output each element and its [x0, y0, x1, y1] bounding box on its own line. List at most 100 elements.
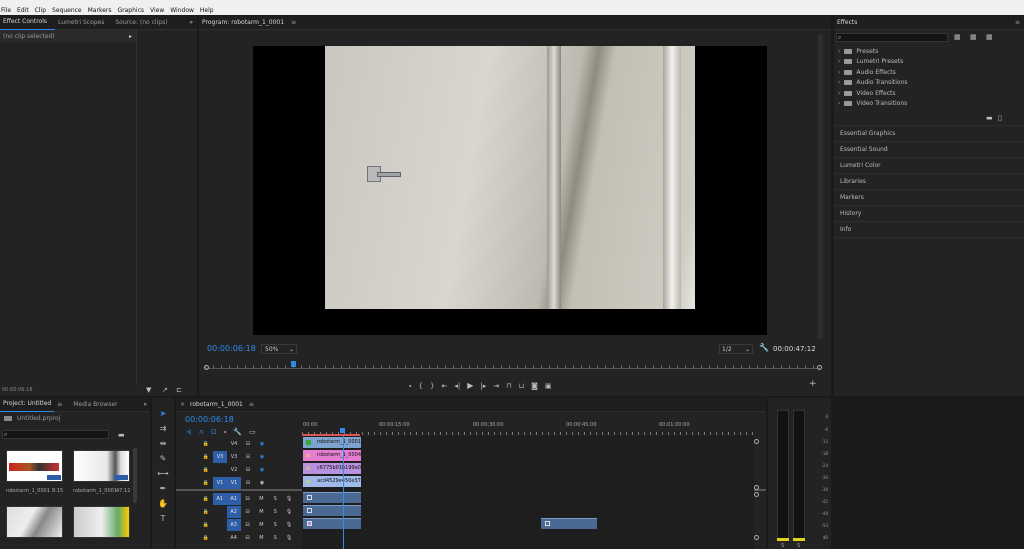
track-source-v2[interactable]	[213, 464, 227, 476]
eye-icon[interactable]: ◉	[255, 438, 269, 450]
clip-v2[interactable]: fx c6775b01b199e0e	[303, 463, 361, 474]
ripple-edit-tool-icon[interactable]: ⇹	[157, 438, 169, 450]
tab-lumetri-scopes[interactable]: Lumetri Scopes	[55, 16, 112, 30]
zoom-select[interactable]: 50% ⌄	[261, 344, 297, 354]
solo-button[interactable]: S	[268, 532, 282, 544]
add-marker-icon[interactable]: ⬩	[409, 382, 412, 390]
program-scrollbar[interactable]	[818, 34, 823, 339]
sync-lock-icon[interactable]: ⊟	[241, 532, 255, 544]
lock-icon[interactable]: 🔒	[199, 519, 213, 531]
project-search-input[interactable]: ⌕	[2, 430, 109, 439]
solo-button[interactable]: S	[268, 493, 282, 505]
panel-lumetri-color[interactable]: Lumetri Color	[834, 158, 1024, 174]
thumb-clip-4[interactable]	[73, 506, 130, 538]
lock-icon[interactable]: 🔒	[199, 506, 213, 518]
program-menu-icon[interactable]: ≡	[288, 16, 304, 30]
timeline-playhead-icon[interactable]	[340, 428, 345, 433]
effects-item-audio-effects[interactable]: › Audio Effects	[834, 67, 1024, 78]
panel-essential-sound[interactable]: Essential Sound	[834, 142, 1024, 158]
v-scroll-handle-top[interactable]	[754, 439, 759, 444]
effects-menu-icon[interactable]: ≡	[1012, 16, 1024, 30]
mute-button[interactable]: M	[254, 506, 268, 518]
timeline-timecode[interactable]: 00:00:06:18	[185, 415, 234, 424]
sync-lock-icon[interactable]: ⊟	[241, 493, 255, 505]
menu-markers[interactable]: Markers	[88, 6, 112, 15]
sequence-tab[interactable]: robotarm_1_0001	[187, 398, 246, 412]
lock-icon[interactable]: 🔒	[199, 477, 213, 489]
panel-history[interactable]: History	[834, 206, 1024, 222]
extract-icon[interactable]: ⊔	[519, 382, 524, 390]
mark-in-icon[interactable]: {	[419, 382, 423, 390]
effects-search-input[interactable]: ⌕	[836, 33, 948, 42]
clip-icon[interactable]: ⊏	[176, 386, 182, 394]
program-scrub-bar[interactable]	[204, 360, 822, 372]
go-to-out-icon[interactable]: ⇥	[493, 382, 499, 390]
32bit-effects-icon[interactable]: ▦	[970, 33, 977, 41]
track-source-a4[interactable]	[213, 532, 227, 544]
new-bin-icon[interactable]: ▬	[986, 114, 993, 122]
thumb-clip-2[interactable]	[73, 450, 130, 482]
lift-icon[interactable]: ⊓	[506, 382, 511, 390]
lock-icon[interactable]: 🔒	[199, 438, 213, 450]
tab-effect-controls[interactable]: Effect Controls	[0, 15, 55, 30]
wrench-icon[interactable]: 🔧	[759, 344, 769, 352]
menu-window[interactable]: Window	[170, 6, 194, 15]
timeline-menu-icon[interactable]: ≡	[246, 398, 262, 412]
track-source-v3[interactable]: V3	[213, 450, 227, 463]
tab-media-browser[interactable]: Media Browser	[70, 398, 125, 412]
play-icon[interactable]: ▶	[467, 382, 473, 390]
menu-sequence[interactable]: Sequence	[52, 6, 82, 15]
mute-button[interactable]: M	[254, 493, 268, 505]
panel-info[interactable]: Info	[834, 222, 1024, 238]
tab-project[interactable]: Project: Untitled	[0, 397, 55, 412]
go-to-in-icon[interactable]: ⇤	[441, 382, 447, 390]
snap-icon[interactable]: ∩	[199, 428, 204, 436]
microphone-icon[interactable]: 🎙	[282, 532, 296, 544]
time-ruler[interactable]: 00:00 00:00:15:00 00:00:30:00 00:00:45:0…	[302, 420, 758, 436]
trash-icon[interactable]: ▯	[998, 114, 1002, 122]
sync-lock-icon[interactable]: ⊟	[241, 464, 255, 476]
sync-lock-icon[interactable]: ⊟	[241, 519, 255, 531]
effects-item-presets[interactable]: › Presets	[834, 46, 1024, 57]
thumb-clip-1[interactable]	[6, 450, 63, 482]
clip-v4[interactable]: robotarm_1_0001	[303, 437, 361, 448]
solo-button[interactable]: S	[268, 506, 282, 518]
effects-item-video-transitions[interactable]: › Video Transitions	[834, 99, 1024, 110]
project-menu-icon[interactable]: ≡	[54, 398, 70, 412]
audio-clip-a2[interactable]	[303, 505, 361, 516]
solo-right-button[interactable]: S	[797, 543, 800, 549]
nest-icon[interactable]: ⊰	[186, 428, 192, 436]
menu-edit[interactable]: Edit	[17, 6, 29, 15]
tab-source[interactable]: Source: (no clips)	[112, 16, 175, 30]
slip-tool-icon[interactable]: ⟷	[157, 468, 169, 480]
clip-v3[interactable]: fx robotarm_1_0004	[303, 450, 361, 461]
eye-icon[interactable]: ◉	[255, 451, 269, 463]
track-source-a2[interactable]	[213, 506, 227, 518]
lock-icon[interactable]: 🔒	[199, 464, 213, 476]
yuv-effects-icon[interactable]: ▦	[986, 33, 993, 41]
microphone-icon[interactable]: 🎙	[282, 506, 296, 518]
audio-clip-a1[interactable]	[303, 492, 361, 503]
sync-lock-icon[interactable]: ⊟	[241, 477, 255, 489]
filter-icon[interactable]: ▼	[146, 386, 151, 394]
scrub-end-handle[interactable]	[817, 365, 822, 370]
compare-icon[interactable]: ▣	[545, 382, 552, 390]
a-scroll-handle-bottom[interactable]	[754, 535, 759, 540]
step-forward-icon[interactable]: |▸	[480, 382, 486, 390]
close-icon[interactable]: ×	[176, 398, 187, 412]
mute-button[interactable]: M	[254, 519, 268, 531]
solo-left-button[interactable]: S	[781, 543, 784, 549]
track-select-tool-icon[interactable]: ⇉	[157, 423, 169, 435]
panel-essential-graphics[interactable]: Essential Graphics	[834, 126, 1024, 142]
menu-view[interactable]: View	[150, 6, 164, 15]
expand-arrow-icon[interactable]: ▸	[129, 33, 136, 40]
effects-item-lumetri-presets[interactable]: › Lumetri Presets	[834, 57, 1024, 68]
v-scroll-handle-mid[interactable]	[754, 485, 759, 490]
project-scrollbar[interactable]	[133, 448, 137, 503]
effects-item-video-effects[interactable]: › Video Effects	[834, 88, 1024, 99]
track-source-v1[interactable]: V1	[213, 476, 227, 489]
pen-tool-icon[interactable]: ✒	[157, 483, 169, 495]
step-back-icon[interactable]: ◂|	[454, 382, 460, 390]
eye-icon[interactable]: ◉	[255, 464, 269, 476]
sync-lock-icon[interactable]: ⊟	[241, 438, 255, 450]
